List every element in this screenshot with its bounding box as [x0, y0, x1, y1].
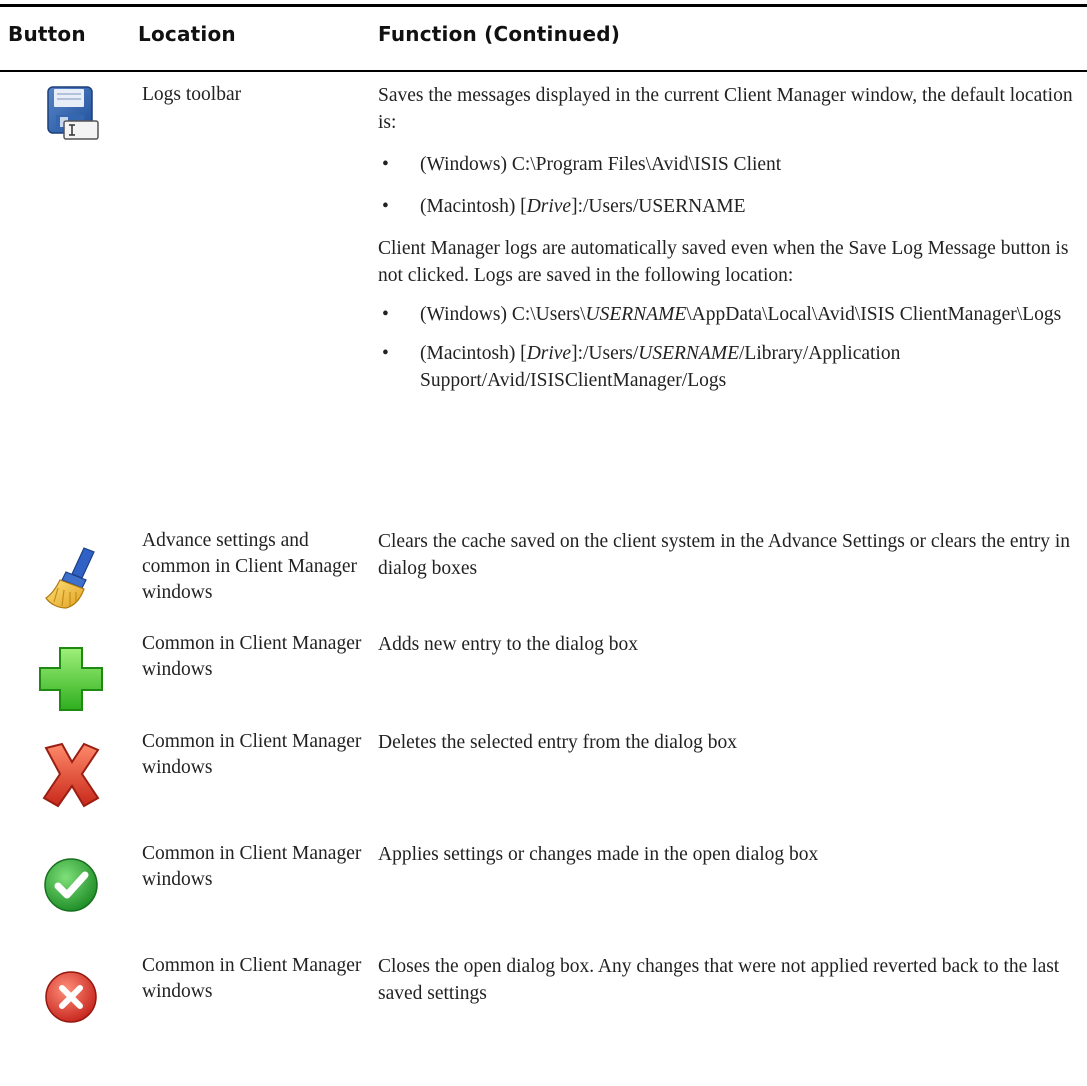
- row-function: Closes the open dialog box. Any changes …: [378, 956, 1060, 1004]
- red-close-circle-icon: [45, 971, 97, 1023]
- row-location: Logs toolbar: [142, 84, 242, 105]
- row-location: Common in Client Manager windows: [142, 731, 362, 778]
- save-disk-icon: [47, 86, 99, 140]
- bullet-item: • (Windows) C:\Users\USERNAME\AppData\Loc…: [382, 304, 1062, 325]
- green-check-icon: [44, 858, 98, 912]
- row-location: Common in Client Manager windows: [142, 843, 362, 890]
- row-function: Saves the messages displayed in the curr…: [378, 82, 1078, 394]
- broom-clear-icon: [45, 547, 95, 609]
- row-function: Deletes the selected entry from the dial…: [378, 732, 737, 753]
- row-location: Advance settings and common in Client Ma…: [142, 530, 357, 603]
- function-text: Client Manager logs are automatically sa…: [378, 238, 1069, 286]
- bullet-item: • (Macintosh) [Drive]:/Users/USERNAME/Lib…: [382, 343, 901, 391]
- row-location: Common in Client Manager windows: [142, 633, 362, 680]
- row-location: Common in Client Manager windows: [142, 955, 362, 1002]
- green-plus-icon: [39, 647, 103, 711]
- red-x-icon: [42, 742, 100, 808]
- table-top-rule: [0, 4, 1087, 7]
- row-function: Applies settings or changes made in the …: [378, 844, 819, 865]
- bullet-item: • (Windows) C:\Program Files\Avid\ISIS Cl…: [382, 154, 782, 175]
- header-rule: [0, 70, 1087, 72]
- function-text: Saves the messages displayed in the curr…: [378, 85, 1073, 133]
- column-header-location: Location: [138, 22, 236, 46]
- bullet-item: • (Macintosh) [Drive]:/Users/USERNAME: [382, 196, 746, 217]
- row-function: Adds new entry to the dialog box: [378, 634, 638, 655]
- document-page: Button Location Function (Continued) Log…: [0, 0, 1087, 1086]
- column-header-function: Function (Continued): [378, 22, 621, 46]
- column-header-button: Button: [8, 22, 86, 46]
- row-function: Clears the cache saved on the client sys…: [378, 531, 1071, 579]
